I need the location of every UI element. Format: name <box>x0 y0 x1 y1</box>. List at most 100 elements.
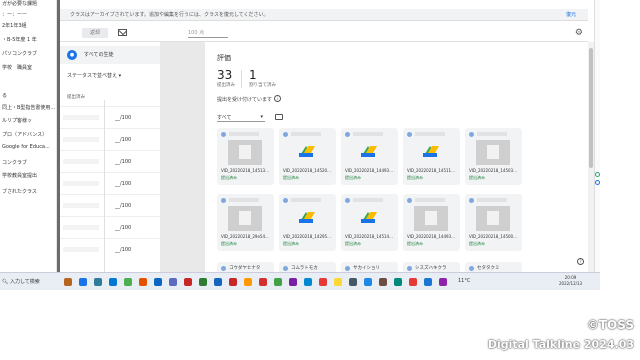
grade-field[interactable]: __/100 <box>115 181 131 187</box>
file-name[interactable]: VID_20220218_14520... <box>283 168 331 173</box>
submission-card[interactable]: VID_20220218_14295... 提出済み <box>279 194 336 251</box>
taskbar-app-icon[interactable] <box>304 278 312 286</box>
help-icon[interactable]: ? <box>577 258 584 265</box>
taskbar-app-icon[interactable] <box>259 278 267 286</box>
sidebar-item[interactable]: 学校 職員室 <box>0 64 32 71</box>
google-drive-icon[interactable] <box>361 146 375 157</box>
video-thumbnail[interactable] <box>476 140 510 165</box>
restore-link[interactable]: 復元 <box>566 9 576 21</box>
student-row[interactable]: __/100 <box>60 172 160 194</box>
grade-field[interactable]: __/100 <box>115 225 131 231</box>
file-name[interactable]: VID_20220218_14493... <box>407 234 455 239</box>
scrollbar-thumb[interactable] <box>589 48 593 168</box>
submission-card[interactable]: VID_20220218_14503... 提出済み <box>465 128 522 185</box>
addon-icon[interactable] <box>595 172 600 177</box>
student-row[interactable]: __/100 <box>60 150 160 172</box>
video-thumbnail[interactable] <box>228 206 262 231</box>
taskbar-app-icon[interactable] <box>349 278 357 286</box>
points-select[interactable]: 100 点 <box>188 28 228 38</box>
submission-card[interactable]: VID_20220218_14513... 提出済み <box>217 128 274 185</box>
info-icon[interactable]: i <box>274 95 281 102</box>
student-row[interactable]: __/100 <box>60 238 160 260</box>
file-name[interactable]: VID_20220218_14513... <box>221 168 269 173</box>
taskbar-app-icon[interactable] <box>214 278 222 286</box>
taskbar-app-icon[interactable] <box>229 278 237 286</box>
taskbar-app-icon[interactable] <box>184 278 192 286</box>
grade-field[interactable]: __/100 <box>115 137 131 143</box>
taskbar-app-icon[interactable] <box>439 278 447 286</box>
taskbar-app-icon[interactable] <box>274 278 282 286</box>
taskbar-app-icon[interactable] <box>319 278 327 286</box>
video-thumbnail[interactable] <box>228 140 262 165</box>
submission-card[interactable]: VID_20220218_14514... 提出済み <box>341 194 398 251</box>
folder-icon[interactable] <box>275 114 283 120</box>
video-thumbnail[interactable] <box>414 206 448 231</box>
taskbar-app-icon[interactable] <box>394 278 402 286</box>
taskbar-app-icon[interactable] <box>109 278 117 286</box>
file-name[interactable]: VID_20220218_14500... <box>469 234 517 239</box>
gear-icon[interactable]: ⚙ <box>575 28 583 38</box>
taskbar-app-icon[interactable] <box>379 278 387 286</box>
sidebar-item[interactable]: ・B-5年度 1 年 <box>0 36 37 43</box>
sidebar-item[interactable]: パソコンクラブ <box>0 50 37 57</box>
sidebar-item[interactable]: ガが必要な課題 <box>0 0 37 7</box>
taskbar-app-icon[interactable] <box>124 278 132 286</box>
taskbar-app-icon[interactable] <box>364 278 372 286</box>
file-name[interactable]: VID_20220218_14514... <box>345 234 393 239</box>
student-row[interactable]: __/100 <box>60 194 160 216</box>
taskbar-search[interactable]: 🔍︎ 入力して検索 <box>2 276 60 288</box>
sidebar-item[interactable]: る <box>0 92 7 99</box>
taskbar-app-icon[interactable] <box>64 278 72 286</box>
return-button[interactable]: 返却 <box>82 28 108 38</box>
email-icon[interactable] <box>118 29 127 36</box>
grade-field[interactable]: __/100 <box>115 203 131 209</box>
grade-field[interactable]: __/100 <box>115 247 131 253</box>
sidebar-item[interactable]: プロ（アドバンス） <box>0 131 47 138</box>
google-drive-icon[interactable] <box>299 212 313 223</box>
taskbar-app-icon[interactable] <box>169 278 177 286</box>
taskbar-app-icon[interactable] <box>79 278 87 286</box>
google-drive-icon[interactable] <box>299 146 313 157</box>
student-row[interactable]: __/100 <box>60 216 160 238</box>
sidebar-item[interactable]: ルリプ客様ッ <box>0 117 32 124</box>
student-row[interactable]: __/100 <box>60 106 160 128</box>
sidebar-item[interactable]: 学校教員室提出 <box>0 172 37 179</box>
sidebar-item[interactable]: ：ー：ーー <box>0 11 27 18</box>
taskbar-app-icon[interactable] <box>94 278 102 286</box>
taskbar-app-icon[interactable] <box>409 278 417 286</box>
taskbar-app-icon[interactable] <box>424 278 432 286</box>
submission-card[interactable]: VID_20220218_14493... 提出済み <box>403 194 460 251</box>
google-drive-icon[interactable] <box>361 212 375 223</box>
sidebar-item[interactable]: Google for Educa... <box>0 144 50 150</box>
taskbar-app-icon[interactable] <box>154 278 162 286</box>
taskbar-clock[interactable]: 20:09 2022/12/13 <box>559 275 582 287</box>
taskbar-app-icon[interactable] <box>139 278 147 286</box>
taskbar-app-icon[interactable] <box>334 278 342 286</box>
sidebar-item[interactable]: コンクラブ <box>0 159 27 166</box>
video-thumbnail[interactable] <box>476 206 510 231</box>
filter-select[interactable]: すべて ▾ <box>217 114 265 122</box>
taskbar-app-icon[interactable] <box>199 278 207 286</box>
sidebar-item[interactable]: ブされたクラス <box>0 188 37 195</box>
file-name[interactable]: VID_20220218_29e54... <box>221 234 269 239</box>
grade-field[interactable]: __/100 <box>115 115 131 121</box>
submission-card[interactable]: VID_20220218_14493... 提出済み <box>341 128 398 185</box>
google-drive-icon[interactable] <box>423 146 437 157</box>
file-name[interactable]: VID_20220218_14295... <box>283 234 331 239</box>
sidebar-item[interactable]: 2年1年3組 <box>0 22 27 29</box>
file-name[interactable]: VID_20220218_14511... <box>407 168 455 173</box>
weather-widget[interactable]: 11°C <box>458 278 470 284</box>
submission-card[interactable]: VID_20220218_14520... 提出済み <box>279 128 336 185</box>
submission-card[interactable]: VID_20220218_14511... 提出済み <box>403 128 460 185</box>
sidebar-item[interactable]: 同上・B型指告書使用... <box>0 104 55 111</box>
submission-card[interactable]: VID_20220218_14500... 提出済み <box>465 194 522 251</box>
file-name[interactable]: VID_20220218_14493... <box>345 168 393 173</box>
sort-select[interactable]: ステータスで並べ替え ▾ <box>67 72 121 79</box>
all-students-item[interactable]: ● すべての生徒 <box>60 46 160 64</box>
addon-icon[interactable] <box>595 180 600 185</box>
grade-field[interactable]: __/100 <box>115 159 131 165</box>
taskbar-app-icon[interactable] <box>244 278 252 286</box>
student-row[interactable]: __/100 <box>60 128 160 150</box>
submission-card[interactable]: VID_20220218_29e54... 提出済み <box>217 194 274 251</box>
file-name[interactable]: VID_20220218_14503... <box>469 168 517 173</box>
